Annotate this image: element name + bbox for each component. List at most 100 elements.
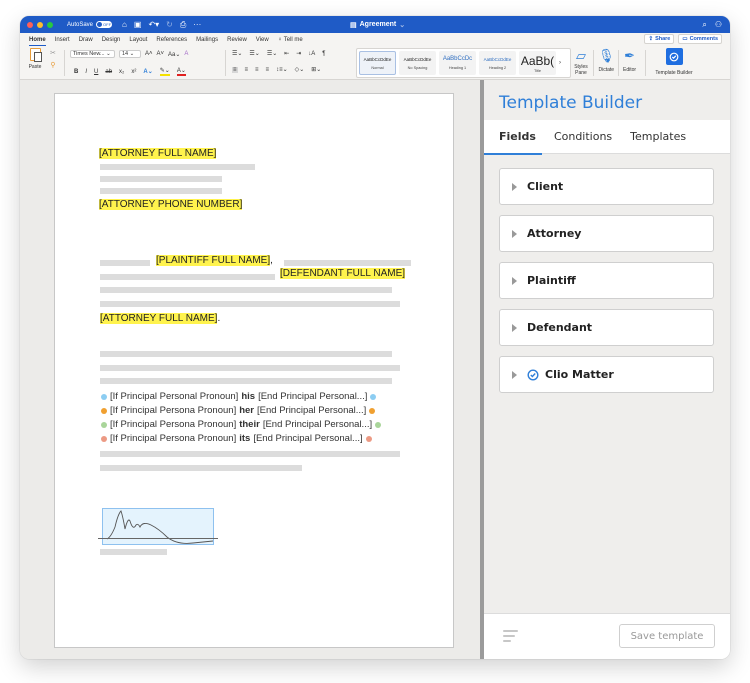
document-title[interactable]: ▤ Agreement ⌄ — [350, 16, 405, 33]
multilevel-list-icon[interactable]: ☰⌄ — [267, 50, 277, 57]
line-spacing-icon[interactable]: ↕≡⌄ — [276, 66, 288, 73]
align-center-icon[interactable]: ≡ — [245, 67, 249, 73]
condition-row[interactable]: [If Principal Persona Pronoun] her [End … — [101, 405, 376, 416]
field-group-attorney[interactable]: Attorney — [499, 215, 714, 252]
tell-me-search[interactable]: ♀ Tell me — [278, 37, 303, 43]
change-case-icon[interactable]: Aa⌄ — [168, 51, 180, 58]
bold-button[interactable]: B — [74, 69, 78, 75]
tab-fields[interactable]: Fields — [484, 120, 542, 155]
increase-indent-icon[interactable]: ⇥ — [296, 50, 301, 57]
styles-pane-button[interactable]: ▱ Styles Pane — [572, 48, 590, 76]
font-color-icon[interactable]: A⌄ — [176, 67, 186, 76]
tab-design[interactable]: Design — [102, 37, 121, 43]
text-effects-icon[interactable]: A⌄ — [143, 68, 152, 75]
condition-start-marker[interactable] — [101, 407, 107, 414]
condition-start-marker[interactable] — [101, 421, 107, 428]
condition-end-marker[interactable] — [365, 435, 372, 442]
style-normal[interactable]: AaBbCcDdEe Normal — [359, 51, 396, 75]
tab-templates[interactable]: Templates — [630, 120, 686, 154]
template-builder-button[interactable]: Template Builder — [650, 48, 698, 76]
minimize-window-button[interactable] — [37, 21, 43, 28]
condition-row[interactable]: [If Principal Personal Pronoun] his [End… — [101, 391, 377, 402]
close-window-button[interactable] — [27, 21, 33, 28]
zoom-window-button[interactable] — [47, 21, 53, 28]
tab-home[interactable]: Home — [29, 37, 46, 46]
align-right-icon[interactable]: ≡ — [255, 67, 259, 73]
attorney-full-name-field-2[interactable]: [ATTORNEY FULL NAME] — [100, 313, 218, 324]
share-button[interactable]: ⇪ Share — [644, 34, 675, 44]
tab-conditions[interactable]: Conditions — [554, 120, 612, 154]
comments-button[interactable]: ▭ Comments — [678, 34, 722, 44]
tab-view[interactable]: View — [256, 37, 269, 43]
condition-end-marker[interactable] — [370, 393, 377, 400]
autosave-toggle[interactable]: AutoSave OFF — [67, 21, 113, 28]
condition-start-marker[interactable] — [101, 393, 107, 400]
tab-insert[interactable]: Insert — [55, 37, 70, 43]
underline-button[interactable]: U — [94, 69, 98, 75]
shrink-font-icon[interactable]: A˅ — [157, 51, 165, 57]
condition-suffix: [End Principal Personal...] — [253, 433, 363, 444]
grow-font-icon[interactable]: A˄ — [145, 51, 153, 57]
search-icon[interactable]: ⌕ — [702, 20, 706, 30]
share-people-icon[interactable]: ⚇ — [715, 20, 722, 29]
condition-end-marker[interactable] — [375, 421, 382, 428]
italic-button[interactable]: I — [85, 69, 87, 75]
decrease-indent-icon[interactable]: ⇤ — [284, 50, 289, 57]
dictate-button[interactable]: 🎙︎ Dictate — [598, 48, 615, 73]
style-heading-1[interactable]: AaBbCcDc Heading 1 — [439, 51, 476, 75]
condition-row[interactable]: [If Principal Persona Pronoun] their [En… — [101, 419, 382, 430]
paste-button[interactable]: Paste — [24, 48, 46, 70]
autosave-switch[interactable]: OFF — [96, 21, 113, 28]
plaintiff-full-name-field[interactable]: [PLAINTIFF FULL NAME] — [156, 255, 271, 266]
align-left-icon[interactable]: ≡ — [232, 66, 238, 73]
tab-references[interactable]: References — [156, 37, 187, 43]
attorney-full-name-field[interactable]: [ATTORNEY FULL NAME] — [99, 148, 217, 159]
field-group-clio-matter[interactable]: Clio Matter — [499, 356, 714, 393]
tab-draw[interactable]: Draw — [79, 37, 93, 43]
condition-end-marker[interactable] — [369, 407, 376, 414]
home-icon[interactable]: ⌂ — [122, 20, 127, 30]
menu-lines-icon[interactable] — [503, 630, 518, 645]
signature-image[interactable] — [102, 508, 214, 545]
gallery-more-icon[interactable]: › — [559, 60, 561, 66]
style-heading-2[interactable]: AaBbCcDdEe Heading 2 — [479, 51, 516, 75]
divider — [64, 50, 65, 76]
undo-icon[interactable]: ↶▾ — [148, 20, 159, 30]
more-icon[interactable]: ··· — [193, 20, 201, 30]
redo-icon[interactable]: ↻ — [166, 20, 173, 30]
style-title[interactable]: AaBb(Title — [519, 51, 556, 75]
attorney-phone-field[interactable]: [ATTORNEY PHONE NUMBER] — [99, 199, 243, 210]
tab-review[interactable]: Review — [227, 37, 247, 43]
tab-layout[interactable]: Layout — [129, 37, 147, 43]
document-page[interactable]: [ATTORNEY FULL NAME] [ATTORNEY PHONE NUM… — [54, 93, 454, 648]
condition-row[interactable]: [If Principal Persona Pronoun] its [End … — [101, 433, 372, 444]
style-no-spacing[interactable]: AaBbCcDdEe No Spacing — [399, 51, 436, 75]
format-painter-icon[interactable]: ⚲ — [50, 61, 55, 69]
clear-format-icon[interactable]: A — [184, 51, 188, 57]
tab-mailings[interactable]: Mailings — [196, 37, 218, 43]
clipboard-icon — [29, 48, 42, 62]
save-icon[interactable]: ▣ — [134, 20, 142, 30]
print-icon[interactable]: ⎙ — [180, 20, 186, 30]
field-group-plaintiff[interactable]: Plaintiff — [499, 262, 714, 299]
field-group-client[interactable]: Client — [499, 168, 714, 205]
borders-icon[interactable]: ⊞⌄ — [311, 66, 321, 73]
editor-button[interactable]: ✒ Editor — [623, 48, 636, 73]
field-group-defendant[interactable]: Defendant — [499, 309, 714, 346]
condition-start-marker[interactable] — [101, 435, 107, 442]
bullets-icon[interactable]: ☰⌄ — [232, 50, 242, 57]
font-name-select[interactable]: Times New... ⌄ — [70, 50, 115, 58]
strikethrough-button[interactable]: ab — [105, 69, 112, 75]
sort-icon[interactable]: ↓A — [308, 51, 315, 57]
save-template-button[interactable]: Save template — [619, 624, 715, 648]
defendant-full-name-field[interactable]: [DEFENDANT FULL NAME] — [280, 268, 406, 279]
pilcrow-icon[interactable]: ¶ — [322, 51, 325, 57]
numbering-icon[interactable]: ☰⌄ — [249, 50, 259, 57]
shading-icon[interactable]: ◇⌄ — [295, 66, 305, 73]
superscript-button[interactable]: x² — [131, 69, 136, 75]
cut-icon[interactable]: ✂ — [50, 49, 56, 57]
highlight-icon[interactable]: ✎⌄ — [159, 67, 170, 76]
font-size-select[interactable]: 14 ⌄ — [119, 50, 141, 58]
justify-icon[interactable]: ≡ — [266, 67, 270, 73]
subscript-button[interactable]: x₂ — [119, 69, 124, 75]
